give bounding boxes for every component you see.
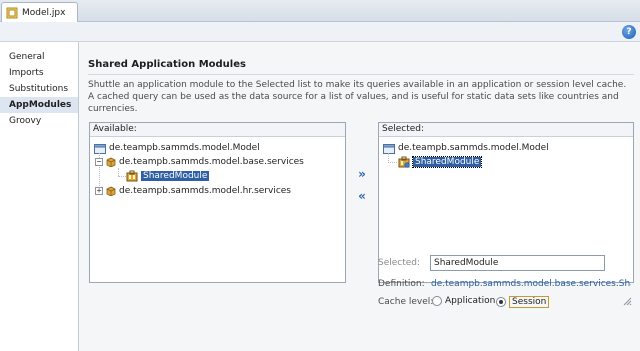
- tree-guide: [118, 168, 119, 176]
- tab-model-jpx[interactable]: Model.jpx: [1, 2, 78, 22]
- shuttle-add-button[interactable]: »: [355, 167, 369, 181]
- editor-tab-bar: Model.jpx: [0, 0, 640, 22]
- available-list[interactable]: Available: de.teampb.sammds.model.Model …: [89, 122, 346, 283]
- title-divider: [88, 74, 634, 75]
- cache-level-label: Cache level:: [378, 297, 434, 307]
- tree-guide: [388, 162, 397, 163]
- package-icon: [106, 186, 116, 196]
- available-root-node[interactable]: de.teampb.sammds.model.Model: [94, 141, 260, 155]
- available-package-node[interactable]: − de.teampb.sammds.model.base.services: [95, 155, 304, 169]
- cache-level-session-radio[interactable]: Session: [496, 296, 550, 308]
- tab-title: Model.jpx: [22, 7, 66, 18]
- appmodules-page: Shared Application Modules Shuttle an ap…: [80, 42, 640, 351]
- radio-indicator[interactable]: [496, 297, 506, 307]
- available-package-node[interactable]: + de.teampb.sammds.model.hr.services: [95, 184, 291, 198]
- available-header: Available:: [90, 123, 345, 137]
- collapse-toggle[interactable]: −: [95, 158, 103, 166]
- radio-label: Application: [445, 296, 496, 306]
- definition-value: de.teampb.sammds.model.base.services.Sha…: [431, 279, 631, 289]
- nav-item-substitutions[interactable]: Substitutions: [0, 81, 78, 97]
- editor-toolstrip: ?: [0, 22, 640, 42]
- radio-label: Session: [509, 296, 550, 308]
- project-icon: [383, 143, 395, 154]
- selected-module-node[interactable]: SharedModule: [398, 155, 483, 169]
- help-icon[interactable]: ?: [622, 25, 636, 39]
- page-title: Shared Application Modules: [88, 59, 246, 70]
- selected-field-label: Selected:: [378, 258, 421, 268]
- selected-root-node[interactable]: de.teampb.sammds.model.Model: [383, 141, 549, 155]
- nav-item-groovy[interactable]: Groovy: [0, 113, 78, 129]
- available-package-label: de.teampb.sammds.model.base.services: [119, 157, 304, 167]
- category-nav: General Imports Substitutions AppModules…: [0, 42, 79, 351]
- expand-toggle[interactable]: +: [95, 187, 103, 195]
- project-file-icon: [6, 7, 18, 18]
- project-icon: [94, 143, 106, 154]
- selected-module-label: SharedModule: [411, 156, 483, 168]
- available-module-label: SharedModule: [141, 171, 210, 181]
- tree-guide: [118, 176, 126, 177]
- page-description: Shuttle an application module to the Sel…: [88, 80, 627, 114]
- resize-grip-icon[interactable]: [622, 296, 632, 306]
- definition-label: Definition:: [378, 279, 425, 289]
- available-module-node[interactable]: SharedModule: [126, 169, 210, 183]
- shared-module-icon: [398, 156, 410, 168]
- available-root-label: de.teampb.sammds.model.Model: [109, 143, 260, 153]
- selected-root-label: de.teampb.sammds.model.Model: [398, 143, 549, 153]
- application-module-icon: [126, 170, 138, 182]
- selected-field[interactable]: SharedModule: [430, 255, 605, 271]
- cache-level-application-radio[interactable]: Application: [432, 296, 495, 306]
- nav-item-general[interactable]: General: [0, 49, 78, 65]
- package-icon: [106, 157, 116, 167]
- selected-header: Selected:: [379, 123, 633, 137]
- shuttle-remove-button[interactable]: «: [355, 189, 369, 203]
- radio-indicator[interactable]: [432, 296, 442, 306]
- nav-item-imports[interactable]: Imports: [0, 65, 78, 81]
- nav-item-appmodules[interactable]: AppModules: [0, 97, 78, 113]
- available-package-label: de.teampb.sammds.model.hr.services: [119, 186, 291, 196]
